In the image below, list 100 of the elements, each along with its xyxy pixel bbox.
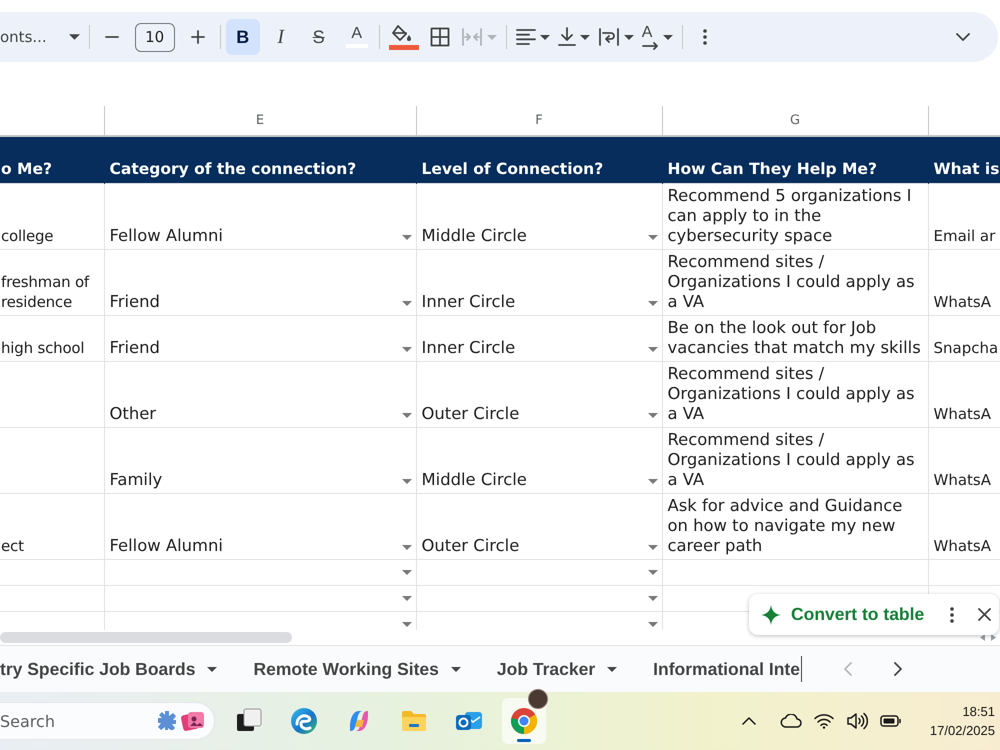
- cell-text: Friend: [110, 292, 160, 312]
- dropdown-caret-icon[interactable]: [648, 622, 658, 626]
- caret-icon: [540, 34, 550, 40]
- merge-icon: [460, 27, 483, 47]
- cell-text: Be on the look out for Job vacancies that match my skills: [668, 318, 921, 356]
- dropdown-caret-icon[interactable]: [648, 544, 658, 550]
- cell-text: Family: [110, 470, 162, 490]
- column-title: How Can They Help Me?: [668, 160, 877, 178]
- profile-avatar: [528, 689, 548, 709]
- cell-text: WhatsA: [934, 536, 991, 554]
- align-left-icon: [516, 29, 536, 45]
- cell-text: Email ar: [934, 226, 996, 244]
- dropdown-caret-icon[interactable]: [648, 300, 658, 306]
- align-bottom-icon: [558, 27, 576, 47]
- column-title: Level of Connection?: [422, 160, 604, 178]
- search-field[interactable]: Search: [0, 702, 215, 740]
- right-arrow-icon: [642, 42, 659, 50]
- caret-icon: [607, 666, 618, 672]
- italic-button[interactable]: I: [264, 19, 298, 55]
- cell-text: WhatsA: [934, 292, 991, 310]
- dropdown-caret-icon[interactable]: [648, 596, 658, 600]
- chevron-down-icon: [956, 33, 970, 41]
- show-hidden-icons-button[interactable]: [742, 717, 756, 725]
- cell-text: freshman of residence: [1, 272, 90, 310]
- network-button[interactable]: [814, 713, 834, 729]
- text-rotation-button[interactable]: A: [638, 19, 677, 55]
- sheet-tab[interactable]: Informational Inte: [635, 646, 820, 692]
- cell-text: Inner Circle: [422, 292, 516, 312]
- close-button[interactable]: [978, 608, 992, 621]
- convert-to-table-button[interactable]: Convert to table: [791, 601, 924, 628]
- cell-text: Middle Circle: [422, 470, 527, 490]
- dropdown-caret-icon[interactable]: [402, 300, 412, 306]
- scroll-right-icon[interactable]: [991, 634, 996, 641]
- cell-text: Recommend sites / Organizations I could apply as a VA: [668, 252, 915, 310]
- caret-icon: [450, 666, 461, 672]
- cell-text: Recommend sites / Organizations I could apply as a VA: [668, 430, 915, 488]
- cell-text: Recommend sites / Organizations I could apply as a VA: [668, 364, 915, 422]
- dropdown-caret-icon[interactable]: [402, 478, 412, 484]
- cell-text: Outer Circle: [422, 404, 520, 424]
- speaker-icon: [846, 712, 868, 730]
- dropdown-caret-icon[interactable]: [648, 346, 658, 352]
- caret-icon: [207, 666, 218, 672]
- caret-icon: [624, 34, 634, 40]
- sheet-tab[interactable]: Job Tracker: [478, 646, 636, 692]
- taskbar-app-button[interactable]: [502, 698, 546, 744]
- volume-button[interactable]: [846, 712, 868, 730]
- clock-date[interactable]: 17/02/2025: [930, 721, 995, 740]
- paint-bucket-icon: [388, 24, 419, 50]
- battery-button[interactable]: [880, 715, 902, 727]
- dropdown-caret-icon[interactable]: [402, 596, 412, 600]
- bold-button[interactable]: B: [226, 19, 260, 55]
- dropdown-caret-icon[interactable]: [402, 234, 412, 240]
- dropdown-caret-icon[interactable]: [402, 412, 412, 418]
- scroll-left-icon[interactable]: [980, 634, 985, 641]
- column-title: What is: [934, 160, 999, 178]
- dropdown-caret-icon[interactable]: [648, 478, 658, 484]
- chip-more-button[interactable]: [950, 606, 954, 622]
- cell-text: WhatsA: [934, 404, 991, 422]
- cell-text: Inner Circle: [422, 338, 516, 358]
- dropdown-caret-icon[interactable]: [402, 346, 412, 352]
- wrap-icon: [598, 27, 620, 47]
- cloud-icon: [780, 714, 802, 728]
- cell-text: Snapcha: [934, 338, 998, 356]
- cell-text: Ask for advice and Guidance on how to navigate my new career path: [668, 496, 902, 554]
- dropdown-caret-icon[interactable]: [402, 570, 412, 574]
- sheet-tab[interactable]: try Specific Job Boards: [0, 646, 236, 692]
- chevron-right-icon: [894, 662, 902, 676]
- caret-icon: [68, 34, 80, 40]
- cell-text: Fellow Alumni: [110, 226, 223, 246]
- close-icon: [978, 608, 992, 621]
- cell-text: WhatsA: [934, 470, 991, 488]
- dropdown-caret-icon[interactable]: [648, 570, 658, 574]
- cell-text: Outer Circle: [422, 536, 520, 556]
- sheet-tab[interactable]: Remote Working Sites: [235, 646, 479, 692]
- dropdown-caret-icon[interactable]: [648, 412, 658, 418]
- minus-icon: [104, 36, 119, 38]
- font-dropdown[interactable]: onts...: [0, 19, 84, 55]
- caret-icon: [662, 34, 673, 40]
- clock-time[interactable]: 18:51: [930, 702, 995, 721]
- more-vertical-icon: [702, 29, 707, 45]
- asterisk-icon: [157, 710, 177, 730]
- more-vertical-icon: [950, 606, 954, 622]
- grid-icon: [430, 27, 450, 47]
- cell-text: Friend: [110, 338, 160, 358]
- dropdown-caret-icon[interactable]: [402, 622, 412, 626]
- cell-text: college: [1, 226, 54, 244]
- caret-icon: [486, 34, 497, 40]
- font-size-field[interactable]: 10: [134, 22, 175, 52]
- cell-text: Fellow Alumni: [110, 536, 223, 556]
- dropdown-caret-icon[interactable]: [648, 234, 658, 240]
- caret-icon: [580, 34, 590, 40]
- wifi-icon: [814, 713, 834, 729]
- chevron-up-icon: [742, 717, 756, 725]
- scrollbar-thumb[interactable]: [0, 632, 292, 643]
- cloud-button[interactable]: [780, 714, 802, 728]
- dropdown-caret-icon[interactable]: [402, 544, 412, 550]
- strikethrough-button[interactable]: S: [302, 19, 336, 55]
- cell-text: Recommend 5 organizations I can apply to in the cybersecurity space: [668, 186, 912, 244]
- text-color-button[interactable]: A: [340, 19, 374, 55]
- column-title: Category of the connection?: [110, 160, 356, 178]
